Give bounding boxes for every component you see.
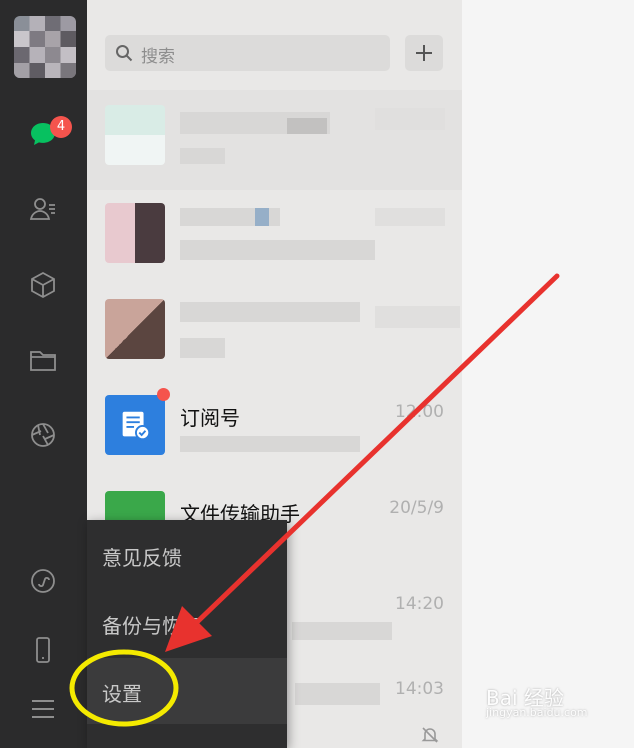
chat-time: 14:20 [395,594,444,614]
sidebar: 4 [0,0,87,748]
search-icon [116,45,133,62]
menu-item-label: 备份与恢复 [102,614,202,638]
subscription-icon [105,395,165,455]
chat-avatar [105,203,165,263]
avatar[interactable] [14,16,76,78]
cube-icon[interactable] [24,266,62,304]
chat-name: 订阅号 [180,406,240,430]
settings-popup-menu: 意见反馈 备份与恢复 设置 [87,520,287,748]
plus-icon [416,45,432,61]
menu-item-label: 设置 [102,682,142,706]
moments-icon[interactable] [24,416,62,454]
unread-dot [157,388,170,401]
chat-time: 12:00 [395,402,444,422]
chat-time: 20/5/9 [389,498,444,518]
watermark: Bai 经验 jingyan.baidu.com [486,682,588,719]
menu-item-label: 意见反馈 [102,546,182,570]
chat-time: 14:03 [395,679,444,699]
menu-item-backup[interactable]: 备份与恢复 [87,590,287,656]
chat-row[interactable] [87,188,462,288]
contacts-icon[interactable] [24,190,62,228]
search-box[interactable]: 搜索 [105,35,390,71]
phone-icon[interactable] [24,631,62,669]
chat-avatar [105,105,165,165]
chat-row[interactable] [87,90,462,190]
chat-row-subscriptions[interactable]: 订阅号 12:00 [87,380,462,480]
menu-item-settings[interactable]: 设置 [87,658,287,724]
search-placeholder: 搜索 [141,47,175,67]
chat-avatar [105,299,165,359]
folder-icon[interactable] [24,341,62,379]
menu-item-feedback[interactable]: 意见反馈 [87,522,287,588]
chat-content-area [462,0,634,748]
unread-badge: 4 [50,116,72,138]
mini-program-icon[interactable] [24,562,62,600]
chat-row[interactable] [87,284,462,384]
add-button[interactable] [405,35,443,71]
watermark-url: jingyan.baidu.com [486,706,588,719]
menu-icon[interactable] [24,690,62,728]
mute-icon [421,727,439,743]
